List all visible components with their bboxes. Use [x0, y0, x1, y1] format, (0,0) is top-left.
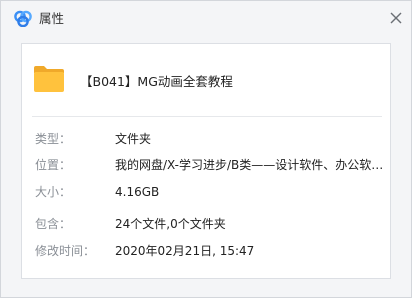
close-button[interactable]: [385, 7, 407, 29]
properties-dialog: 属性 【B041】MG动画全套教程 类型： 文件夹 位置： 我的网盘/X-学习进…: [0, 0, 412, 298]
dialog-title: 属性: [39, 11, 65, 26]
property-label: 包含：: [35, 217, 72, 231]
property-row-contains: 包含： 24个文件,0个文件夹: [32, 215, 387, 233]
title-bar[interactable]: 属性: [1, 1, 411, 37]
property-label: 位置：: [35, 158, 72, 172]
property-label: 修改时间：: [35, 244, 96, 258]
file-name: 【B041】MG动画全套教程: [80, 74, 233, 89]
property-value: 文件夹: [115, 132, 152, 146]
property-row-location: 位置： 我的网盘/X-学习进步/B类——设计软件、办公软件...: [32, 156, 387, 174]
property-value: 2020年02月21日, 15:47: [115, 244, 255, 258]
close-icon: [390, 12, 402, 24]
baidu-netdisk-logo: [14, 10, 32, 27]
property-value: 24个文件,0个文件夹: [115, 217, 226, 231]
property-row-size: 大小： 4.16GB: [32, 183, 387, 201]
property-label: 大小：: [35, 185, 72, 199]
properties-panel: 【B041】MG动画全套教程 类型： 文件夹 位置： 我的网盘/X-学习进步/B…: [21, 43, 391, 279]
property-value[interactable]: 我的网盘/X-学习进步/B类——设计软件、办公软件...: [115, 156, 387, 174]
divider: [32, 116, 382, 117]
property-row-modified: 修改时间： 2020年02月21日, 15:47: [32, 242, 387, 260]
property-value: 4.16GB: [115, 185, 160, 199]
folder-icon: [34, 66, 64, 92]
property-row-type: 类型： 文件夹: [32, 130, 387, 148]
property-label: 类型：: [35, 132, 72, 146]
